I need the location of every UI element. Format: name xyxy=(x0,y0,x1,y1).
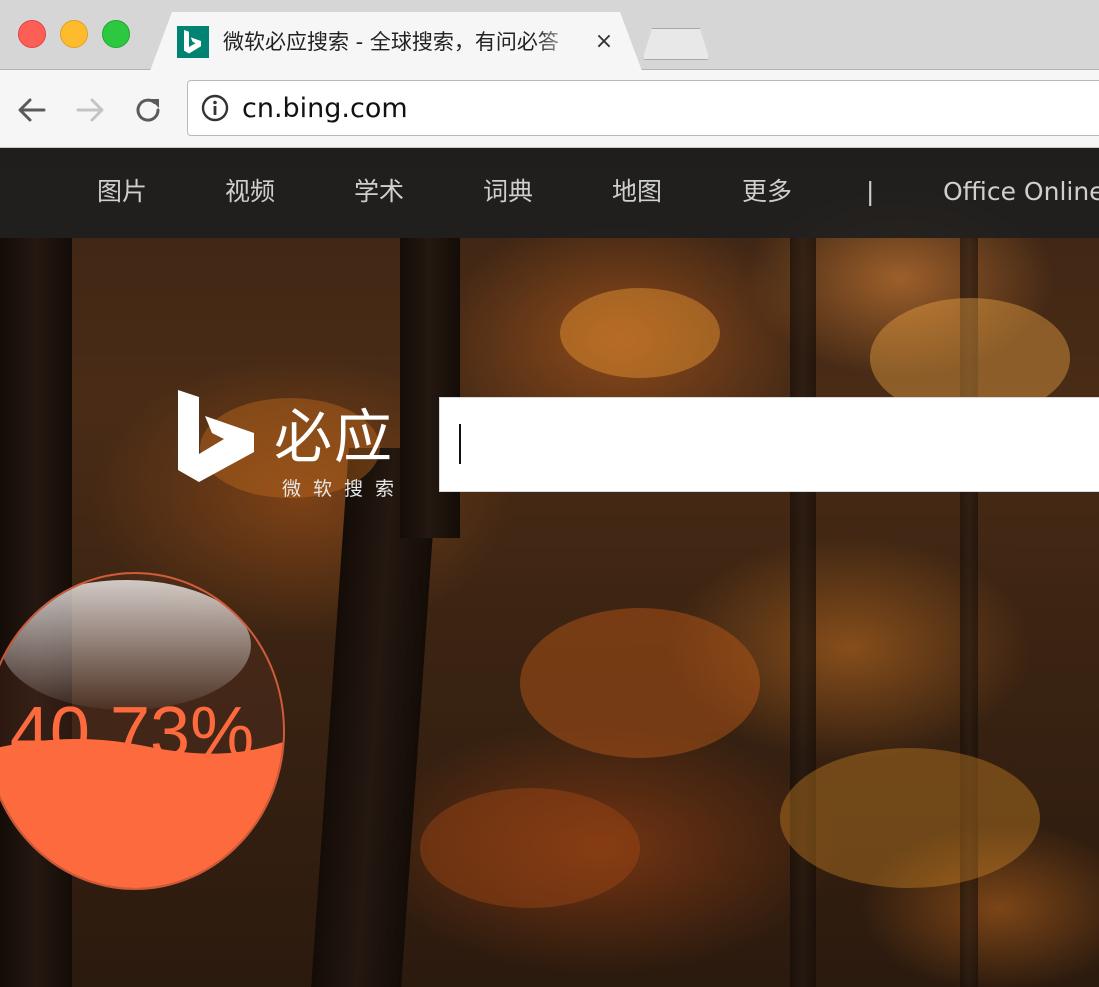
bing-logo-icon[interactable] xyxy=(178,390,254,482)
nav-item-maps[interactable]: 地图 xyxy=(612,170,662,214)
logo-subtitle: 微软搜索 xyxy=(282,478,407,500)
progress-orb-fill xyxy=(0,760,283,888)
tab-close-icon[interactable]: × xyxy=(590,28,618,56)
tree-trunk xyxy=(400,238,460,538)
window-close-button[interactable] xyxy=(18,20,46,48)
foliage xyxy=(420,788,640,908)
tab-title: 微软必应搜索 - 全球搜索，有问必答 xyxy=(223,30,559,54)
nav-separator: | xyxy=(866,177,875,206)
reload-icon[interactable] xyxy=(130,92,166,128)
nav-item-videos[interactable]: 视频 xyxy=(225,170,275,214)
window-zoom-button[interactable] xyxy=(102,20,130,48)
foliage xyxy=(560,288,720,378)
forward-arrow-icon[interactable] xyxy=(72,92,108,128)
nav-item-dictionary[interactable]: 词典 xyxy=(483,170,533,214)
nav-item-more[interactable]: 更多 xyxy=(742,170,792,214)
tree-trunk xyxy=(790,238,816,987)
bing-navbar xyxy=(0,148,1099,238)
address-url: cn.bing.com xyxy=(242,93,408,124)
logo-name: 必应 xyxy=(274,403,395,471)
search-input[interactable] xyxy=(439,397,1099,492)
foliage xyxy=(520,608,760,758)
bing-favicon-icon xyxy=(177,26,209,58)
nav-item-images[interactable]: 图片 xyxy=(97,170,147,214)
new-tab-button-face xyxy=(643,29,709,59)
progress-percent: 40.73% xyxy=(9,693,255,773)
nav-item-office-online[interactable]: Office Online xyxy=(943,170,1099,214)
back-arrow-icon[interactable] xyxy=(14,92,50,128)
site-info-icon[interactable] xyxy=(201,94,229,122)
nav-item-academic[interactable]: 学术 xyxy=(354,170,404,214)
text-caret xyxy=(459,424,461,464)
foliage xyxy=(780,748,1040,888)
window-minimize-button[interactable] xyxy=(60,20,88,48)
